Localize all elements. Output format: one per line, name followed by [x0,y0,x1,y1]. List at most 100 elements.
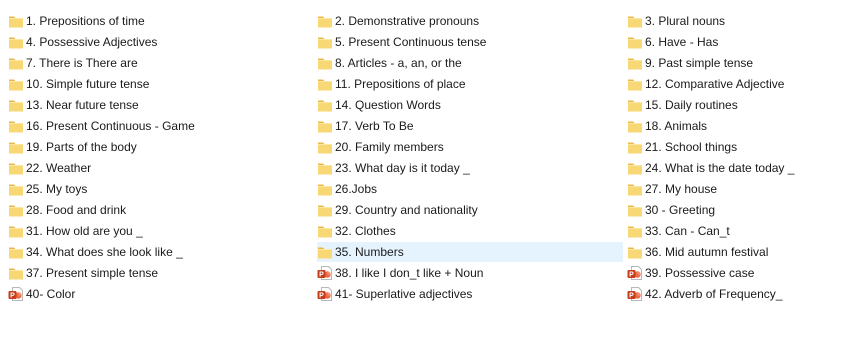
folder-item[interactable]: 11. Prepositions of place [317,74,623,94]
item-label: 8. Articles - a, an, or the [335,56,462,70]
item-label: 18. Animals [645,119,708,133]
item-label: 36. Mid autumn festival [645,245,769,259]
folder-item[interactable]: 17. Verb To Be [317,116,623,136]
folder-item[interactable]: 31. How old are you _ [8,221,308,241]
folder-item[interactable]: 34. What does she look like _ [8,242,308,262]
folder-icon [317,202,333,218]
folder-icon [8,265,24,281]
folder-item[interactable]: 15. Daily routines [627,95,837,115]
item-label: 26.Jobs [335,182,378,196]
folder-item[interactable]: 18. Animals [627,116,837,136]
folder-item[interactable]: 28. Food and drink [8,200,308,220]
file-item[interactable]: P 39. Possessive case [627,263,837,283]
item-label: 6. Have - Has [645,35,719,49]
item-label: 4. Possessive Adjectives [26,35,158,49]
folder-icon [8,160,24,176]
item-label: 10. Simple future tense [26,77,150,91]
item-label: 13. Near future tense [26,98,139,112]
item-label: 14. Question Words [335,98,441,112]
folder-item[interactable]: 9. Past simple tense [627,53,837,73]
folder-icon [627,97,643,113]
folder-icon [8,139,24,155]
folder-item[interactable]: 4. Possessive Adjectives [8,32,308,52]
folder-item[interactable]: 16. Present Continuous - Game [8,116,308,136]
folder-icon [317,76,333,92]
item-label: 28. Food and drink [26,203,127,217]
folder-item[interactable]: 20. Family members [317,137,623,157]
item-label: 17. Verb To Be [335,119,414,133]
folder-item[interactable]: 1. Prepositions of time [8,11,308,31]
folder-item[interactable]: 35. Numbers [317,242,623,262]
folder-icon [627,202,643,218]
folder-item[interactable]: 7. There is There are [8,53,308,73]
item-label: 2. Demonstrative pronouns [335,14,480,28]
file-item[interactable]: P 41- Superlative adjectives [317,284,623,304]
folder-icon [8,13,24,29]
folder-icon [627,76,643,92]
item-label: 31. How old are you _ [26,224,143,238]
folder-item[interactable]: 27. My house [627,179,837,199]
item-label: 32. Clothes [335,224,396,238]
item-label: 22. Weather [26,161,92,175]
item-label: 3. Plural nouns [645,14,726,28]
svg-text:P: P [319,293,324,300]
svg-text:P: P [319,272,324,279]
folder-icon [8,202,24,218]
folder-item[interactable]: 2. Demonstrative pronouns [317,11,623,31]
item-label: 20. Family members [335,140,444,154]
folder-icon [627,244,643,260]
folder-icon [317,139,333,155]
item-label: 24. What is the date today _ [645,161,795,175]
folder-item[interactable]: 32. Clothes [317,221,623,241]
folder-item[interactable]: 13. Near future tense [8,95,308,115]
item-label: 30 - Greeting [645,203,716,217]
item-label: 9. Past simple tense [645,56,754,70]
folder-icon [627,34,643,50]
file-list: 1. Prepositions of time 2. Demonstrative… [0,0,842,361]
item-label: 40- Color [26,287,76,301]
item-label: 38. I like I don_t like + Noun [335,266,484,280]
folder-item[interactable]: 3. Plural nouns [627,11,837,31]
folder-item[interactable]: 24. What is the date today _ [627,158,837,178]
folder-icon [8,76,24,92]
folder-item[interactable]: 12. Comparative Adjective [627,74,837,94]
folder-icon [627,55,643,71]
folder-icon [8,244,24,260]
folder-icon [627,223,643,239]
folder-item[interactable]: 30 - Greeting [627,200,837,220]
folder-icon [627,181,643,197]
svg-text:P: P [629,272,634,279]
item-label: 16. Present Continuous - Game [26,119,195,133]
folder-item[interactable]: 33. Can - Can_t [627,221,837,241]
folder-icon [317,244,333,260]
folder-icon [8,118,24,134]
folder-icon [317,181,333,197]
folder-item[interactable]: 36. Mid autumn festival [627,242,837,262]
svg-text:P: P [629,293,634,300]
item-label: 35. Numbers [335,245,404,259]
folder-item[interactable]: 10. Simple future tense [8,74,308,94]
folder-item[interactable]: 37. Present simple tense [8,263,308,283]
file-item[interactable]: P 40- Color [8,284,308,304]
powerpoint-file-icon: P [317,265,333,281]
item-label: 33. Can - Can_t [645,224,730,238]
item-label: 29. Country and nationality [335,203,478,217]
folder-item[interactable]: 6. Have - Has [627,32,837,52]
folder-icon [317,118,333,134]
folder-item[interactable]: 8. Articles - a, an, or the [317,53,623,73]
item-label: 7. There is There are [26,56,138,70]
folder-item[interactable]: 22. Weather [8,158,308,178]
item-label: 42. Adverb of Frequency_ [645,287,783,301]
folder-item[interactable]: 21. School things [627,137,837,157]
folder-item[interactable]: 14. Question Words [317,95,623,115]
folder-item[interactable]: 5. Present Continuous tense [317,32,623,52]
file-item[interactable]: P 42. Adverb of Frequency_ [627,284,837,304]
file-item[interactable]: P 38. I like I don_t like + Noun [317,263,623,283]
folder-item[interactable]: 29. Country and nationality [317,200,623,220]
folder-item[interactable]: 25. My toys [8,179,308,199]
folder-item[interactable]: 19. Parts of the body [8,137,308,157]
folder-item[interactable]: 26.Jobs [317,179,623,199]
item-label: 27. My house [645,182,718,196]
folder-icon [627,139,643,155]
folder-item[interactable]: 23. What day is it today _ [317,158,623,178]
